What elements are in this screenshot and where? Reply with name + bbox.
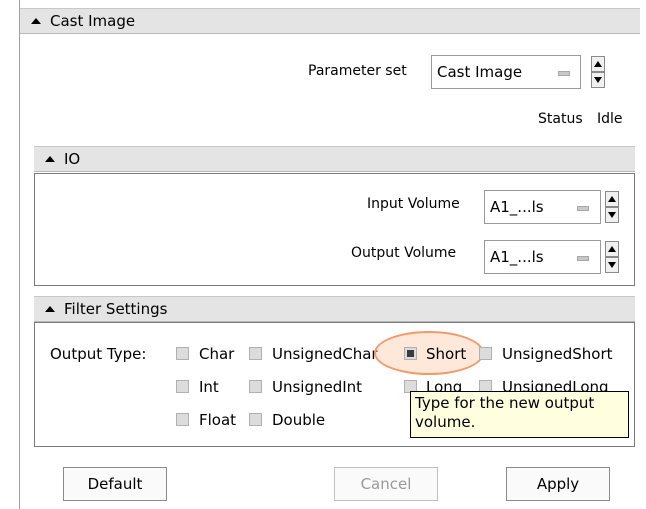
spin-up-button[interactable] (605, 241, 619, 257)
float-checkbox[interactable] (176, 413, 189, 426)
float-label: Float (199, 411, 237, 429)
dropdown-dash-icon (558, 71, 570, 76)
short-label: Short (426, 345, 467, 363)
parameter-set-spinner[interactable] (591, 55, 605, 89)
char-checkbox[interactable] (176, 347, 189, 360)
input-volume-select[interactable]: A1_...ls (484, 190, 601, 224)
filter-settings-title: Filter Settings (64, 300, 168, 318)
double-checkbox[interactable] (249, 413, 262, 426)
short-checkbox[interactable] (404, 347, 417, 360)
input-volume-label: Input Volume (367, 196, 460, 212)
io-title: IO (64, 150, 81, 168)
filter-settings-header[interactable]: Filter Settings (34, 296, 635, 322)
spin-down-button[interactable] (591, 72, 605, 88)
int-label: Int (199, 378, 219, 396)
unsigned-char-label: UnsignedChar (272, 345, 378, 363)
tooltip: Type for the new output volume. (410, 391, 629, 438)
cancel-button[interactable]: Cancel (334, 467, 438, 501)
collapse-caret-icon (45, 156, 55, 162)
unsigned-short-checkbox[interactable] (479, 347, 492, 360)
unsigned-int-label: UnsignedInt (272, 378, 363, 396)
arrow-down-icon (594, 77, 602, 83)
output-volume-value: A1_...ls (490, 248, 544, 266)
status-value: Idle (597, 111, 623, 127)
unsigned-short-label: UnsignedShort (502, 345, 613, 363)
collapse-caret-icon (31, 18, 41, 24)
input-volume-spinner[interactable] (605, 190, 619, 224)
input-volume-value: A1_...ls (490, 198, 544, 216)
apply-button[interactable]: Apply (506, 467, 610, 501)
parameter-set-select[interactable]: Cast Image (431, 55, 581, 89)
int-checkbox[interactable] (176, 380, 189, 393)
double-label: Double (272, 411, 326, 429)
tooltip-line-1: Type for the new output (415, 394, 595, 412)
parameter-set-value: Cast Image (437, 63, 523, 81)
output-volume-label: Output Volume (351, 245, 457, 261)
cast-image-title: Cast Image (50, 12, 136, 30)
spin-up-button[interactable] (591, 56, 605, 72)
arrow-up-icon (608, 196, 616, 202)
arrow-up-icon (594, 61, 602, 67)
left-border (19, 0, 20, 509)
dropdown-dash-icon (577, 206, 589, 211)
output-type-label: Output Type: (50, 345, 147, 363)
spin-down-button[interactable] (605, 257, 619, 273)
dropdown-dash-icon (577, 256, 589, 261)
unsigned-int-checkbox[interactable] (249, 380, 262, 393)
output-volume-spinner[interactable] (605, 240, 619, 274)
tooltip-line-2: volume. (415, 413, 476, 431)
status-label: Status (538, 111, 583, 127)
cast-image-header[interactable]: Cast Image (20, 8, 640, 34)
spin-down-button[interactable] (605, 207, 619, 223)
char-label: Char (199, 345, 235, 363)
io-header[interactable]: IO (34, 146, 635, 172)
collapse-caret-icon (45, 306, 55, 312)
arrow-up-icon (608, 246, 616, 252)
default-button[interactable]: Default (63, 467, 167, 501)
arrow-down-icon (608, 212, 616, 218)
unsigned-char-checkbox[interactable] (249, 347, 262, 360)
arrow-down-icon (608, 262, 616, 268)
output-volume-select[interactable]: A1_...ls (484, 240, 601, 274)
parameter-set-label: Parameter set (308, 63, 407, 79)
spin-up-button[interactable] (605, 191, 619, 207)
